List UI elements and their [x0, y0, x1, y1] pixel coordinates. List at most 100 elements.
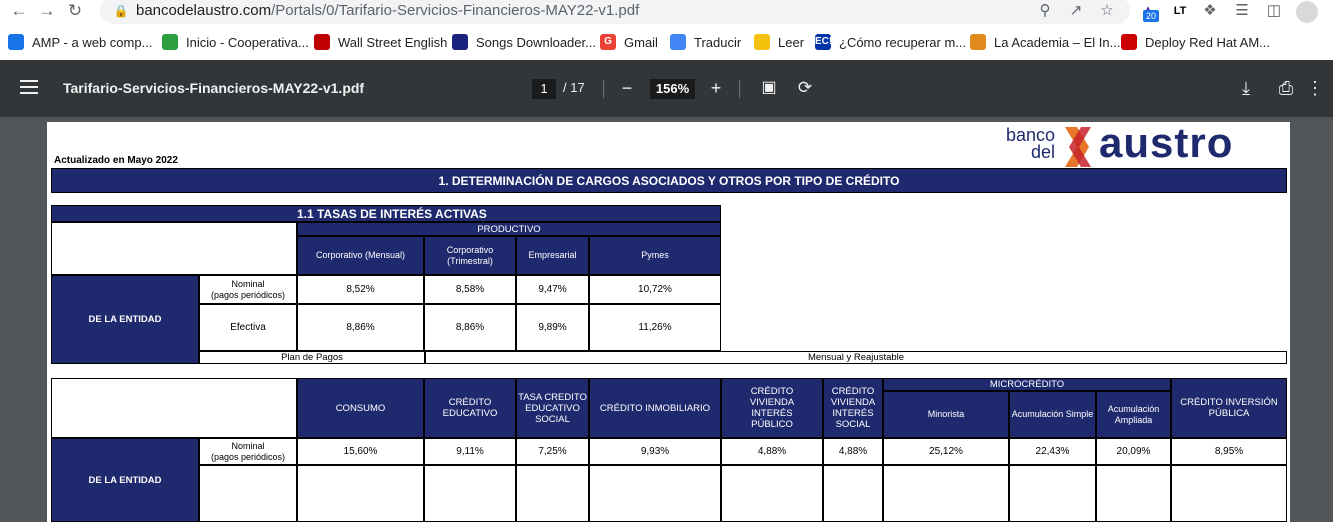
side-panel-icon[interactable]: ◫ [1264, 1, 1284, 21]
url-domain: bancodelaustro.com [136, 2, 272, 19]
download-icon[interactable]: ⤓ [1234, 76, 1258, 100]
table2-nominal-value: 25,12% [883, 438, 1009, 465]
bookmark-star-icon[interactable]: ☆ [1097, 1, 1117, 21]
table2-micro-column-header: Acumulación Simple [1009, 391, 1096, 438]
table2-column-header-text: CRÉDITO EDUCATIVO [442, 397, 498, 419]
more-options-icon[interactable]: ⋮ [1303, 76, 1327, 100]
bookmark-item[interactable]: Leer [754, 31, 804, 53]
table2-column-header: CRÉDITO INMOBILIARIO [589, 378, 721, 438]
plan-de-pagos-value: Mensual y Reajustable [425, 351, 1287, 364]
lock-icon[interactable]: 🔒 [111, 1, 131, 21]
table2-column-header: CRÉDITO INVERSIÓN PÚBLICA [1171, 378, 1287, 438]
table2-efectiva-value [1009, 465, 1096, 522]
table2-nominal-value: 7,25% [516, 438, 589, 465]
nominal-label-text: Nominal (pagos periódicos) [210, 440, 286, 462]
bookmark-item[interactable]: Traducir [670, 31, 741, 53]
table1-column-header-text: Pymes [641, 250, 669, 260]
table1-column-header-text: Corporativo (Mensual) [315, 250, 406, 260]
bookmark-item[interactable]: Deploy Red Hat AM... [1121, 31, 1270, 53]
browser-chrome: ← → ↻ 🔒 bancodelaustro.com/Portals/0/Tar… [0, 0, 1333, 60]
table1-efectiva-value: 8,86% [424, 304, 516, 351]
table2-micro-column-header-text: Acumulación Ampliada [1107, 403, 1160, 425]
pdf-page: banco del austro Actualizado en Mayo 2022… [47, 119, 1290, 522]
bookmark-label: Gmail [624, 34, 658, 50]
reload-icon[interactable]: ↻ [64, 0, 86, 22]
bookmark-item[interactable]: La Academia – El In... [970, 31, 1120, 53]
logo-austro: austro [1099, 119, 1234, 166]
print-icon[interactable]: ⎙ [1274, 76, 1298, 100]
nominal-label-text: Nominal (pagos periódicos) [210, 278, 286, 300]
bookmark-item[interactable]: Inicio - Cooperativa... [162, 31, 309, 53]
forward-arrow-icon[interactable]: → [36, 0, 58, 22]
table2-efectiva-value [823, 465, 883, 522]
table1-nominal-value: 8,58% [424, 275, 516, 304]
url-text[interactable]: bancodelaustro.com/Portals/0/Tarifario-S… [136, 2, 639, 19]
rotate-icon[interactable]: ⟳ [793, 76, 817, 100]
table2-column-header-text: CRÉDITO INMOBILIARIO [599, 402, 711, 414]
page-number-input[interactable]: 1 [532, 79, 556, 99]
bookmark-label: Deploy Red Hat AM... [1145, 34, 1270, 50]
fit-to-page-icon[interactable]: ▣ [757, 76, 781, 100]
bookmark-label: ¿Cómo recuperar m... [839, 34, 967, 50]
table2-column-header-text: TASA CREDITO EDUCATIVO SOCIAL [518, 391, 587, 425]
table1-efectiva-value-text: 9,89% [538, 322, 567, 333]
pdf-title: Tarifario-Servicios-Financieros-MAY22-v1… [63, 80, 365, 96]
back-arrow-icon[interactable]: ← [8, 0, 30, 22]
bookmark-item[interactable]: AMP - a web comp... [8, 31, 152, 53]
table2-column-header-text: CONSUMO [335, 402, 386, 414]
bookmark-favicon-icon [670, 34, 686, 50]
table2-nominal-value-text: 15,60% [343, 446, 378, 457]
bookmark-favicon-icon [8, 34, 24, 50]
group-header-microcredito: MICROCRÉDITO [883, 378, 1171, 391]
languagetool-icon[interactable]: LT [1170, 1, 1190, 21]
bookmark-item[interactable]: G Gmail [600, 31, 658, 53]
table2-nominal-value: 9,93% [589, 438, 721, 465]
share-icon[interactable]: ↗ [1066, 1, 1086, 21]
extensions-puzzle-icon[interactable]: ❖ [1200, 1, 1220, 21]
table1-column-header: Corporativo (Mensual) [297, 236, 424, 275]
table2-column-header-text: CRÉDITO INVERSIÓN PÚBLICA [1180, 397, 1278, 419]
zoom-level-input[interactable]: 156% [650, 79, 695, 99]
table1-nominal-value: 10,72% [589, 275, 721, 304]
table2-blank-corner [51, 378, 297, 438]
group-header-microcredito-text: MICROCRÉDITO [989, 379, 1065, 390]
table1-column-header: Corporativo (Trimestral) [424, 236, 516, 275]
table1-column-header-text: Empresarial [528, 250, 577, 260]
bookmark-item[interactable]: Songs Downloader... [452, 31, 596, 53]
table2-efectiva-value [721, 465, 823, 522]
reading-list-icon[interactable]: ☰ [1232, 1, 1252, 21]
table1-nominal-value-text: 8,52% [346, 284, 375, 295]
subsection-title: 1.1 TASAS DE INTERÉS ACTIVAS [51, 205, 721, 222]
plan-de-pagos-label: Plan de Pagos [199, 351, 425, 364]
bookmark-item[interactable]: EC! ¿Cómo recuperar m... [815, 31, 966, 53]
extension-badge: 20 [1143, 10, 1159, 22]
toolbar-divider [603, 80, 604, 98]
menu-icon[interactable] [20, 80, 38, 94]
plan-de-pagos-value-text: Mensual y Reajustable [807, 352, 905, 363]
bookmark-item[interactable]: Wall Street English [314, 31, 447, 53]
profile-avatar[interactable] [1296, 1, 1318, 23]
table2-efectiva-value [589, 465, 721, 522]
page-total: / 17 [563, 80, 585, 95]
zoom-out-icon[interactable]: − [615, 76, 639, 100]
table2-micro-column-header: Acumulación Ampliada [1096, 391, 1171, 438]
bookmark-label: Songs Downloader... [476, 34, 596, 50]
zoom-icon[interactable]: ⚲ [1035, 1, 1055, 21]
table1-efectiva-value: 8,86% [297, 304, 424, 351]
bank-logo: banco del austro [995, 119, 1255, 169]
bookmark-label: La Academia – El In... [994, 34, 1121, 50]
table2-micro-column-header-text: Minorista [927, 409, 965, 419]
entity-label-text: DE LA ENTIDAD [88, 314, 162, 325]
table2-efectiva-value [883, 465, 1009, 522]
group-header-productivo: PRODUCTIVO [297, 222, 721, 236]
plan-de-pagos-label-text: Plan de Pagos [281, 352, 343, 363]
logo-chevron-icon [1065, 127, 1091, 167]
table2-nominal-value-text: 20,09% [1116, 446, 1151, 457]
zoom-in-icon[interactable]: + [704, 76, 728, 100]
table2-efectiva-value [1171, 465, 1287, 522]
logo-banco-text: banco del [995, 126, 1055, 161]
table1-blank-corner [51, 222, 297, 275]
table2-nominal-value-text: 9,93% [640, 446, 670, 457]
table2-micro-column-header-text: Acumulación Simple [1011, 409, 1094, 419]
table2-nominal-value-text: 4,88% [757, 446, 787, 457]
